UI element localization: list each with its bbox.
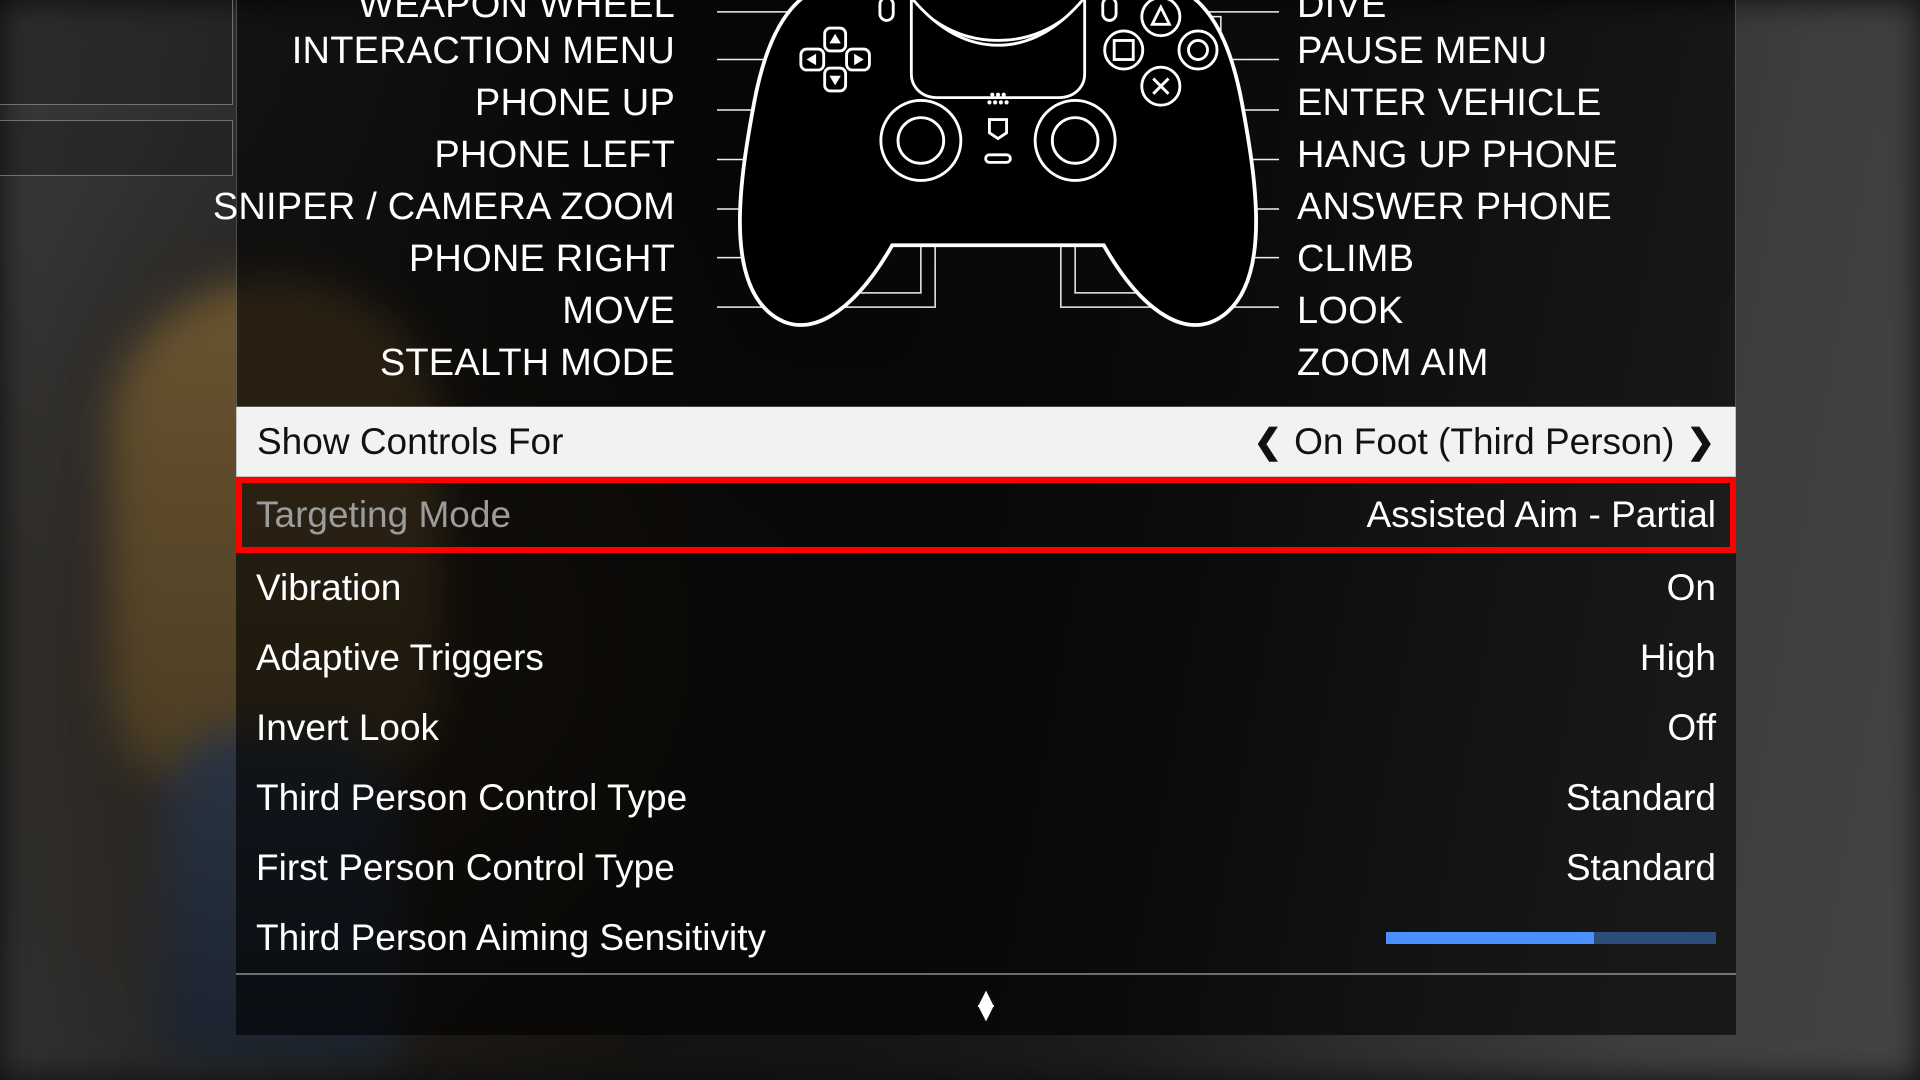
setting-label: First Person Control Type <box>256 847 675 889</box>
setting-targeting-mode[interactable]: Targeting Mode Assisted Aim - Partial <box>236 477 1736 553</box>
label-phone-up: PHONE UP <box>475 84 675 122</box>
setting-label: Adaptive Triggers <box>256 637 544 679</box>
targeting-mode-label: Targeting Mode <box>256 494 511 536</box>
setting-vibration[interactable]: Vibration On <box>236 553 1736 623</box>
label-move: MOVE <box>562 292 675 330</box>
label-zoom-aim: ZOOM AIM <box>1297 344 1489 382</box>
label-interaction-menu: INTERACTION MENU <box>292 32 675 70</box>
setting-label: Vibration <box>256 567 401 609</box>
label-phone-left: PHONE LEFT <box>434 136 675 174</box>
scroll-indicator[interactable]: ▲ ▼ <box>236 973 1736 1035</box>
selector-left-arrow-icon[interactable]: ❮ <box>1254 422 1283 462</box>
sensitivity-slider[interactable] <box>1386 932 1716 944</box>
sensitivity-slider-fill <box>1386 932 1594 944</box>
label-hang-up-phone: HANG UP PHONE <box>1297 136 1618 174</box>
setting-label: Invert Look <box>256 707 439 749</box>
setting-value: High <box>1640 637 1716 679</box>
controller-icon <box>717 0 1279 350</box>
label-sniper-zoom: SNIPER / CAMERA ZOOM <box>213 188 675 226</box>
selector-right-arrow-icon[interactable]: ❯ <box>1687 422 1716 462</box>
label-climb: CLIMB <box>1297 240 1414 278</box>
setting-third-person-control-type[interactable]: Third Person Control Type Standard <box>236 763 1736 833</box>
setting-first-person-control-type[interactable]: First Person Control Type Standard <box>236 833 1736 903</box>
label-look: LOOK <box>1297 292 1403 330</box>
settings-list: Vibration On Adaptive Triggers High Inve… <box>236 553 1736 973</box>
setting-value: Standard <box>1566 847 1716 889</box>
label-phone-right: PHONE RIGHT <box>409 240 675 278</box>
sidebar-box-top <box>0 0 233 105</box>
label-enter-vehicle: ENTER VEHICLE <box>1297 84 1602 122</box>
label-answer-phone: ANSWER PHONE <box>1297 188 1612 226</box>
show-controls-for-row[interactable]: Show Controls For ❮ On Foot (Third Perso… <box>236 407 1736 477</box>
sidebar-box-mid <box>0 120 233 176</box>
controller-mapping: WEAPON WHEEL INTERACTION MENU PHONE UP P… <box>236 0 1736 407</box>
setting-value: Off <box>1667 707 1716 749</box>
setting-value: Standard <box>1566 777 1716 819</box>
setting-invert-look[interactable]: Invert Look Off <box>236 693 1736 763</box>
label-weapon-wheel: WEAPON WHEEL <box>358 0 675 24</box>
targeting-mode-value: Assisted Aim - Partial <box>1366 494 1716 536</box>
setting-third-person-aiming-sensitivity[interactable]: Third Person Aiming Sensitivity <box>236 903 1736 973</box>
setting-label: Third Person Control Type <box>256 777 687 819</box>
setting-value: On <box>1667 567 1716 609</box>
setting-label: Third Person Aiming Sensitivity <box>256 917 766 959</box>
label-dive: DIVE <box>1297 0 1387 24</box>
setting-adaptive-triggers[interactable]: Adaptive Triggers High <box>236 623 1736 693</box>
chevron-down-icon: ▼ <box>972 1005 1000 1019</box>
label-pause-menu: PAUSE MENU <box>1297 32 1547 70</box>
show-controls-for-label: Show Controls For <box>257 421 563 463</box>
show-controls-for-value: On Foot (Third Person) <box>1294 421 1674 463</box>
label-stealth-mode: STEALTH MODE <box>380 344 675 382</box>
settings-panel: WEAPON WHEEL INTERACTION MENU PHONE UP P… <box>236 0 1736 1036</box>
